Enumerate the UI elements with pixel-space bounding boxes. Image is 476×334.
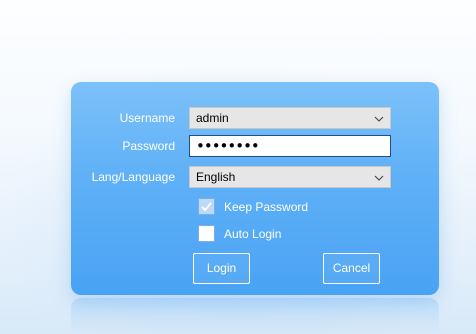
chevron-down-icon[interactable] (372, 112, 386, 126)
keep-password-checkbox[interactable] (198, 198, 215, 215)
checkmark-icon (201, 202, 212, 212)
cancel-button[interactable]: Cancel (323, 253, 380, 284)
password-field[interactable]: •••••••• (189, 135, 391, 157)
password-value: •••••••• (196, 137, 260, 155)
language-combobox[interactable]: English (189, 166, 391, 188)
password-label: Password (122, 139, 175, 153)
language-value: English (196, 170, 236, 184)
username-label: Username (119, 111, 175, 125)
keep-password-label[interactable]: Keep Password (224, 200, 308, 214)
auto-login-label[interactable]: Auto Login (224, 227, 281, 241)
chevron-down-icon[interactable] (372, 171, 386, 185)
panel-reflection (71, 298, 439, 334)
username-combobox[interactable]: admin (189, 107, 391, 129)
auto-login-checkbox[interactable] (198, 225, 215, 242)
username-value: admin (196, 111, 229, 125)
login-button[interactable]: Login (193, 253, 250, 284)
language-label: Lang/Language (91, 170, 175, 184)
